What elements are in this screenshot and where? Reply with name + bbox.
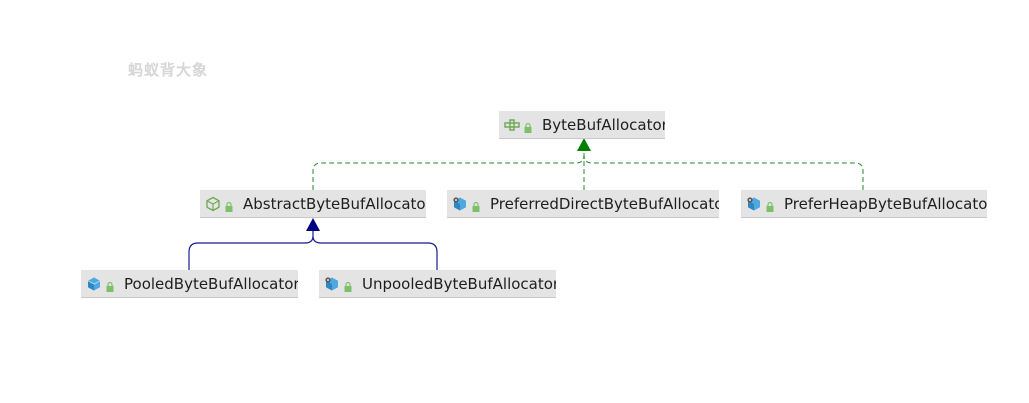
edge-pooled-to-abstract	[188, 231, 314, 270]
node-abstract-byte-buf-allocator[interactable]: AbstractByteBufAllocator	[200, 190, 426, 218]
edge-abstract-to-bytebufallocator	[312, 150, 585, 190]
interface-icon	[504, 117, 520, 133]
node-label: UnpooledByteBufAllocator	[362, 274, 556, 293]
node-label: PreferredDirectByteBufAllocato	[490, 194, 719, 213]
node-label: AbstractByteBufAllocator	[243, 194, 426, 213]
node-label: PreferHeapByteBufAllocator	[784, 194, 987, 213]
lock-icon	[224, 198, 234, 212]
lock-icon	[105, 278, 115, 292]
node-prefer-heap-byte-buf-allocator[interactable]: PreferHeapByteBufAllocator	[741, 190, 987, 218]
node-preferred-direct-byte-buf-allocator[interactable]: PreferredDirectByteBufAllocato	[447, 190, 719, 218]
class-icon	[324, 276, 340, 292]
class-icon	[452, 196, 468, 212]
lock-icon	[765, 198, 775, 212]
extends-arrowhead	[306, 218, 320, 231]
implements-arrowhead	[577, 138, 591, 151]
node-label: PooledByteBufAllocator	[124, 274, 298, 293]
node-pooled-byte-buf-allocator[interactable]: PooledByteBufAllocator	[81, 270, 298, 298]
node-byte-buf-allocator[interactable]: ByteBufAllocator	[499, 111, 665, 139]
lock-icon	[343, 278, 353, 292]
edge-unpooled-to-abstract	[312, 235, 438, 270]
class-icon	[86, 276, 102, 292]
lock-icon	[523, 119, 533, 133]
abstract-class-icon	[205, 196, 221, 212]
extends-edges	[188, 231, 438, 270]
node-unpooled-byte-buf-allocator[interactable]: UnpooledByteBufAllocator	[319, 270, 556, 298]
implements-edges	[312, 150, 864, 190]
node-label: ByteBufAllocator	[542, 115, 665, 134]
edge-prefer-heap-to-bytebufallocator	[583, 154, 864, 190]
lock-icon	[471, 198, 481, 212]
class-icon	[746, 196, 762, 212]
